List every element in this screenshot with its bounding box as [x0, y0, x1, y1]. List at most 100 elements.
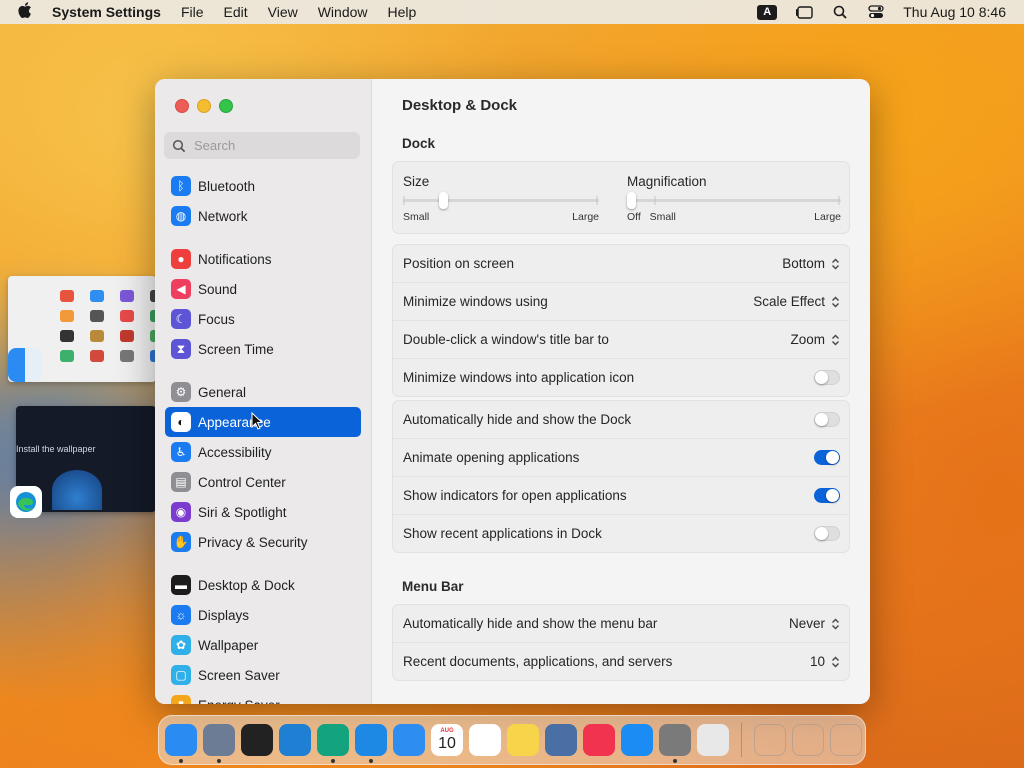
main-pane: Desktop & Dock Dock Size Small Large Mag…	[372, 79, 870, 704]
window-manager-icon[interactable]	[241, 724, 273, 756]
toggle-row: Animate opening applications	[393, 438, 849, 476]
toggle-row: Automatically hide and show the Dock	[393, 401, 849, 438]
sidebar-item-control-center[interactable]: ▤ Control Center	[165, 467, 361, 497]
toggle-switch[interactable]	[814, 488, 840, 503]
sidebar-item-energy-saver[interactable]: ▮ Energy Saver	[165, 690, 361, 704]
magnification-label: Magnification	[627, 174, 707, 189]
dock-size-card: Size Small Large Magnification Off Small…	[392, 161, 850, 234]
magnification-min-label: Small	[649, 211, 676, 223]
popup-chevron-icon	[831, 655, 840, 669]
edge-icon[interactable]	[317, 724, 349, 763]
minimize-effect-popup[interactable]: Scale Effect	[753, 294, 840, 309]
sidebar-item-focus[interactable]: ☾ Focus	[165, 304, 361, 334]
finder-icon[interactable]	[8, 348, 42, 382]
news-icon[interactable]	[583, 724, 615, 756]
menu-view[interactable]: View	[268, 4, 298, 20]
size-slider-thumb[interactable]	[438, 192, 448, 209]
menu-window[interactable]: Window	[318, 4, 368, 20]
double-click-row: Double-click a window's title bar to Zoo…	[393, 320, 849, 358]
sidebar-item-label: Screen Time	[198, 341, 274, 357]
double-click-value: Zoom	[790, 332, 825, 347]
size-slider-group: Size Small Large	[403, 174, 599, 223]
dock-icon: ▬	[171, 575, 191, 595]
sidebar-item-siri-spotlight[interactable]: ◉ Siri & Spotlight	[165, 497, 361, 527]
recent-items-label: Recent documents, applications, and serv…	[403, 654, 673, 669]
auto-hide-menu-bar-popup[interactable]: Never	[789, 616, 840, 631]
menu-file[interactable]: File	[181, 4, 204, 20]
dock-separator	[741, 723, 742, 757]
size-slider[interactable]	[403, 192, 599, 209]
menu-edit[interactable]: Edit	[224, 4, 248, 20]
page-title: Desktop & Dock	[402, 97, 518, 114]
launchpad-icon[interactable]	[697, 724, 729, 756]
zoom-button[interactable]	[219, 99, 233, 113]
finder-icon[interactable]	[165, 724, 197, 763]
vscode-icon[interactable]	[279, 724, 311, 756]
sidebar-item-label: Notifications	[198, 251, 272, 267]
keynote-icon[interactable]	[393, 724, 425, 756]
sidebar-item-label: Accessibility	[198, 444, 272, 460]
sidebar-item-appearance[interactable]: ◐ Appearance	[165, 407, 361, 437]
close-button[interactable]	[175, 99, 189, 113]
downloads-icon[interactable]	[792, 724, 824, 756]
sidebar-item-wallpaper[interactable]: ✿ Wallpaper	[165, 630, 361, 660]
minimize-button[interactable]	[197, 99, 211, 113]
position-value: Bottom	[782, 256, 825, 271]
toggle-switch[interactable]	[814, 526, 840, 541]
sidebar-item-bluetooth[interactable]: ᛒ Bluetooth	[165, 171, 361, 201]
sidebar-item-label: Control Center	[198, 474, 286, 490]
xcode-icon[interactable]	[545, 724, 577, 756]
toggle-switch[interactable]	[814, 450, 840, 465]
recent-items-popup[interactable]: 10	[810, 654, 840, 669]
position-popup[interactable]: Bottom	[782, 256, 840, 271]
sidebar-item-general[interactable]: ⚙ General	[165, 377, 361, 407]
toggle-label: Animate opening applications	[403, 450, 580, 465]
help-icon[interactable]	[754, 724, 786, 756]
sidebar-item-privacy-security[interactable]: ✋ Privacy & Security	[165, 527, 361, 557]
menu-clock[interactable]: Thu Aug 10 8:46	[903, 4, 1006, 20]
sun-icon: ☼	[171, 605, 191, 625]
calendar-icon[interactable]: AUG 10	[431, 724, 463, 756]
thumbnail-planet-image	[52, 470, 102, 510]
sidebar-item-label: Bluetooth	[198, 178, 256, 194]
system-settings-icon[interactable]	[659, 724, 691, 763]
search-field[interactable]: Search	[164, 132, 360, 159]
app-store-icon[interactable]	[621, 724, 653, 756]
flower-icon: ✿	[171, 635, 191, 655]
popup-chevron-icon	[831, 617, 840, 631]
magnification-slider-thumb[interactable]	[627, 192, 636, 209]
control-center-icon[interactable]	[867, 5, 885, 19]
safari-icon[interactable]	[355, 724, 387, 763]
dock-toggles-card: Automatically hide and show the Dock Anim…	[392, 400, 850, 553]
minimize-into-icon-toggle[interactable]	[814, 370, 840, 385]
input-source-icon[interactable]: A	[757, 4, 778, 20]
apple-menu-icon[interactable]	[18, 2, 36, 22]
sidebar-item-notifications[interactable]: ● Notifications	[165, 244, 361, 274]
menu-help[interactable]: Help	[388, 4, 417, 20]
stage-manager-icon[interactable]	[795, 5, 813, 19]
sidebar-item-sound[interactable]: ◀ Sound	[165, 274, 361, 304]
sidebar-item-screen-time[interactable]: ⧗ Screen Time	[165, 334, 361, 364]
siri-icon: ◉	[171, 502, 191, 522]
popup-chevron-icon	[831, 295, 840, 309]
edge-icon[interactable]	[10, 486, 42, 518]
spotlight-icon[interactable]	[831, 5, 849, 19]
toggle-row: Show indicators for open applications	[393, 476, 849, 514]
sidebar-item-accessibility[interactable]: ♿ Accessibility	[165, 437, 361, 467]
reminders-icon[interactable]	[469, 724, 501, 756]
menu-app-name[interactable]: System Settings	[52, 4, 161, 20]
sidebar-item-screen-saver[interactable]: ▢ Screen Saver	[165, 660, 361, 690]
notes-icon[interactable]	[507, 724, 539, 756]
toggle-switch[interactable]	[814, 412, 840, 427]
trash-icon[interactable]	[830, 724, 862, 756]
preview-icon[interactable]	[203, 724, 235, 763]
gear-icon: ⚙	[171, 382, 191, 402]
sidebar-item-desktop-dock[interactable]: ▬ Desktop & Dock	[165, 570, 361, 600]
thumbnail-app-grid	[60, 290, 156, 362]
magnification-slider[interactable]	[627, 192, 841, 209]
double-click-popup[interactable]: Zoom	[790, 332, 840, 347]
appearance-icon: ◐	[171, 412, 191, 432]
auto-hide-menu-bar-value: Never	[788, 616, 825, 631]
sidebar-item-displays[interactable]: ☼ Displays	[165, 600, 361, 630]
sidebar-item-network[interactable]: ◍ Network	[165, 201, 361, 231]
